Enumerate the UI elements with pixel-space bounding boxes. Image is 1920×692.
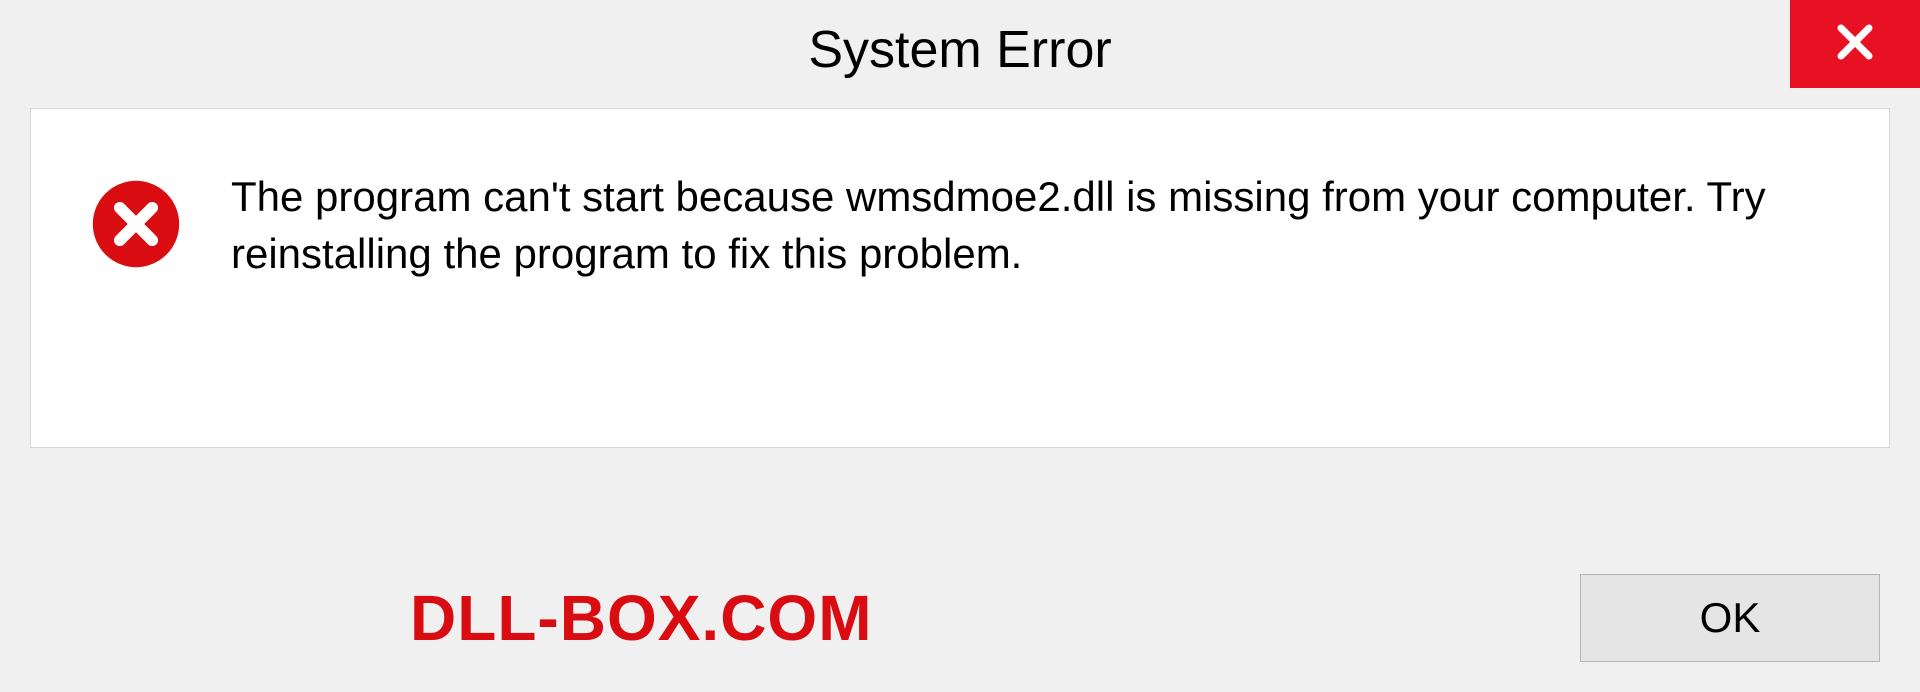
- close-icon: [1831, 18, 1879, 71]
- ok-button[interactable]: OK: [1580, 574, 1880, 662]
- dialog-footer: DLL-BOX.COM OK: [0, 574, 1920, 662]
- content-area: The program can't start because wmsdmoe2…: [30, 108, 1890, 448]
- close-button[interactable]: [1790, 0, 1920, 88]
- titlebar: System Error: [0, 0, 1920, 100]
- error-message: The program can't start because wmsdmoe2…: [231, 169, 1839, 282]
- error-icon: [91, 179, 181, 269]
- dialog-title: System Error: [808, 20, 1111, 80]
- error-dialog: System Error The program can't start bec…: [0, 0, 1920, 692]
- watermark-text: DLL-BOX.COM: [410, 581, 873, 655]
